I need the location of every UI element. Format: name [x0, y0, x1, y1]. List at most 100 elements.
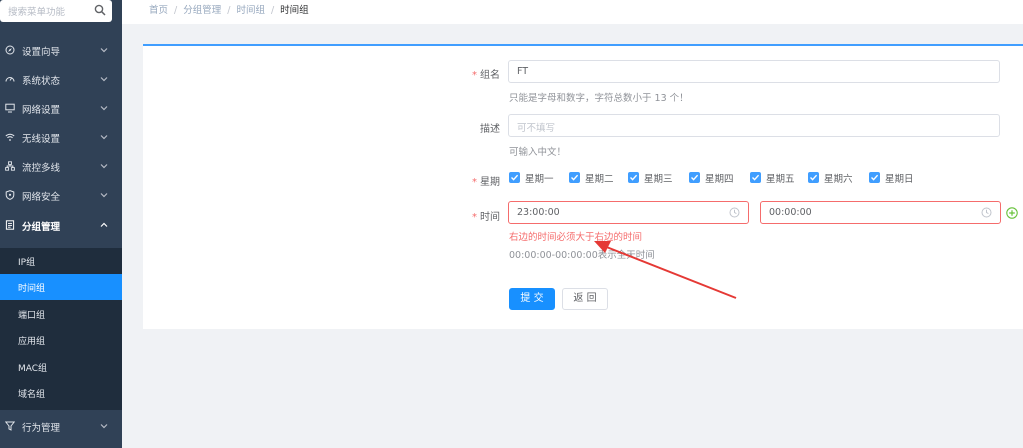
checkbox-checked-icon[interactable] — [689, 172, 700, 183]
checkbox-checked-icon[interactable] — [628, 172, 639, 183]
submenu-item-label: IP组 — [18, 258, 36, 268]
checkbox-label: 星期日 — [885, 174, 914, 185]
submenu-item-app-group[interactable]: 应用组 — [0, 327, 122, 353]
submenu-item-ip-group[interactable]: IP组 — [0, 248, 122, 274]
sidebar-item-label: 系统状态 — [22, 76, 61, 87]
clock-icon — [981, 207, 992, 218]
compass-icon — [5, 45, 15, 55]
add-time-range-icon[interactable] — [1006, 207, 1018, 219]
checkbox-checked-icon[interactable] — [808, 172, 819, 183]
chevron-down-icon — [100, 424, 108, 429]
checkbox-checked-icon[interactable] — [750, 172, 761, 183]
chevron-down-icon — [100, 77, 108, 82]
back-button[interactable]: 返 回 — [562, 288, 608, 310]
checkbox-label: 星期一 — [525, 174, 554, 185]
chevron-down-icon — [100, 106, 108, 111]
submenu-item-time-group[interactable]: 时间组 — [0, 274, 122, 300]
name-hint: 只能是字母和数字，字符总数小于 13 个！ — [509, 93, 689, 104]
checkbox-label: 星期六 — [824, 174, 853, 185]
sidebar: 搜索菜单功能 设置向导 系统状态 网络设置 无线设置 流控多线 网络安全 分组管… — [0, 0, 122, 448]
start-time-picker[interactable]: 23:00:00 — [508, 201, 749, 224]
group-name-value: FT — [517, 66, 529, 77]
sidebar-item-system-status[interactable]: 系统状态 — [0, 65, 122, 94]
breadcrumb: 首页 / 分组管理 / 时间组 / 时间组 — [149, 2, 309, 16]
start-time-value: 23:00:00 — [517, 207, 560, 218]
checkbox-checked-icon[interactable] — [869, 172, 880, 183]
top-bar: 首页 / 分组管理 / 时间组 / 时间组 — [122, 0, 1023, 24]
submenu-item-domain-group[interactable]: 域名组 — [0, 380, 122, 406]
sidebar-item-label: 网络设置 — [22, 105, 61, 116]
submenu-item-label: MAC组 — [18, 364, 48, 374]
description-placeholder: 可不填写 — [517, 123, 556, 134]
breadcrumb-group-management[interactable]: 分组管理 — [183, 5, 221, 16]
week-label: * 星期 — [472, 173, 500, 188]
submenu-item-mac-group[interactable]: MAC组 — [0, 354, 122, 380]
sidebar-item-label: 设置向导 — [22, 47, 61, 58]
network-icon — [5, 161, 15, 171]
sidebar-item-label: 无线设置 — [22, 134, 61, 145]
breadcrumb-current: 时间组 — [280, 5, 309, 16]
filter-icon — [5, 421, 15, 431]
desc-label: 描述 — [480, 124, 500, 135]
end-time-picker[interactable]: 00:00:00 — [760, 201, 1001, 224]
search-input[interactable]: 搜索菜单功能 — [0, 0, 112, 22]
sidebar-item-label: 网络安全 — [22, 192, 61, 203]
sidebar-item-label: 分组管理 — [22, 222, 61, 233]
chevron-down-icon — [100, 164, 108, 169]
time-hint: 00:00:00-00:00:00表示全天时间 — [509, 250, 655, 261]
checkbox-label: 星期三 — [644, 174, 673, 185]
form-card: * 组名 FT 只能是字母和数字，字符总数小于 13 个！ 描述 可不填写 可输入… — [143, 44, 1023, 329]
submit-button[interactable]: 提 交 — [509, 288, 555, 310]
description-input[interactable]: 可不填写 — [508, 114, 1000, 137]
breadcrumb-home[interactable]: 首页 — [149, 5, 168, 16]
end-time-value: 00:00:00 — [769, 207, 812, 218]
submenu-item-label: 域名组 — [18, 390, 46, 400]
checkbox-label: 星期四 — [705, 174, 734, 185]
gauge-icon — [5, 77, 15, 82]
document-icon — [5, 220, 15, 230]
search-placeholder: 搜索菜单功能 — [8, 7, 66, 18]
checkbox-checked-icon[interactable] — [509, 172, 520, 183]
wifi-icon — [5, 133, 15, 141]
breadcrumb-time-group[interactable]: 时间组 — [236, 5, 265, 16]
name-label: * 组名 — [472, 66, 500, 81]
time-error-message: 右边的时间必须大于右边的时间 — [509, 232, 643, 243]
checkbox-checked-icon[interactable] — [569, 172, 580, 183]
sidebar-item-label: 行为管理 — [22, 423, 61, 434]
sidebar-item-network-security[interactable]: 网络安全 — [0, 181, 122, 210]
name-label-text: 组名 — [480, 70, 500, 81]
chevron-down-icon — [100, 193, 108, 198]
checkbox-label: 星期五 — [766, 174, 795, 185]
clock-icon — [729, 207, 740, 218]
submenu-item-port-group[interactable]: 端口组 — [0, 301, 122, 327]
time-label: * 时间 — [472, 208, 500, 223]
required-mark: * — [472, 70, 477, 81]
sidebar-item-group-management[interactable]: 分组管理 — [0, 211, 122, 240]
search-icon[interactable] — [94, 4, 106, 16]
sidebar-item-setup-wizard[interactable]: 设置向导 — [0, 36, 122, 65]
main-content: 首页 / 分组管理 / 时间组 / 时间组 * 组名 FT 只能是字母和数字，字符总数小于 1… — [122, 0, 1023, 448]
desc-hint: 可输入中文！ — [509, 147, 567, 158]
checkbox-label: 星期二 — [585, 174, 614, 185]
sidebar-item-network-settings[interactable]: 网络设置 — [0, 94, 122, 123]
required-mark: * — [472, 177, 477, 188]
required-mark: * — [472, 212, 477, 223]
sidebar-item-behavior-management[interactable]: 行为管理 — [0, 412, 122, 441]
submenu-item-label: 应用组 — [18, 337, 46, 347]
chevron-up-icon — [100, 222, 108, 227]
shield-icon — [5, 190, 15, 200]
chevron-down-icon — [100, 135, 108, 140]
week-label-text: 星期 — [480, 177, 500, 188]
time-label-text: 时间 — [480, 212, 500, 223]
breadcrumb-separator: / — [174, 5, 178, 16]
submenu-item-label: 时间组 — [18, 284, 46, 294]
breadcrumb-separator: / — [227, 5, 231, 16]
chevron-down-icon — [100, 48, 108, 53]
sidebar-item-label: 流控多线 — [22, 163, 61, 174]
breadcrumb-separator: / — [270, 5, 275, 16]
group-management-submenu: IP组 时间组 端口组 应用组 MAC组 域名组 — [0, 248, 122, 410]
sidebar-item-flow-control[interactable]: 流控多线 — [0, 152, 122, 181]
sidebar-item-wireless-settings[interactable]: 无线设置 — [0, 123, 122, 152]
group-name-input[interactable]: FT — [508, 60, 1000, 83]
submenu-item-label: 端口组 — [18, 311, 46, 321]
